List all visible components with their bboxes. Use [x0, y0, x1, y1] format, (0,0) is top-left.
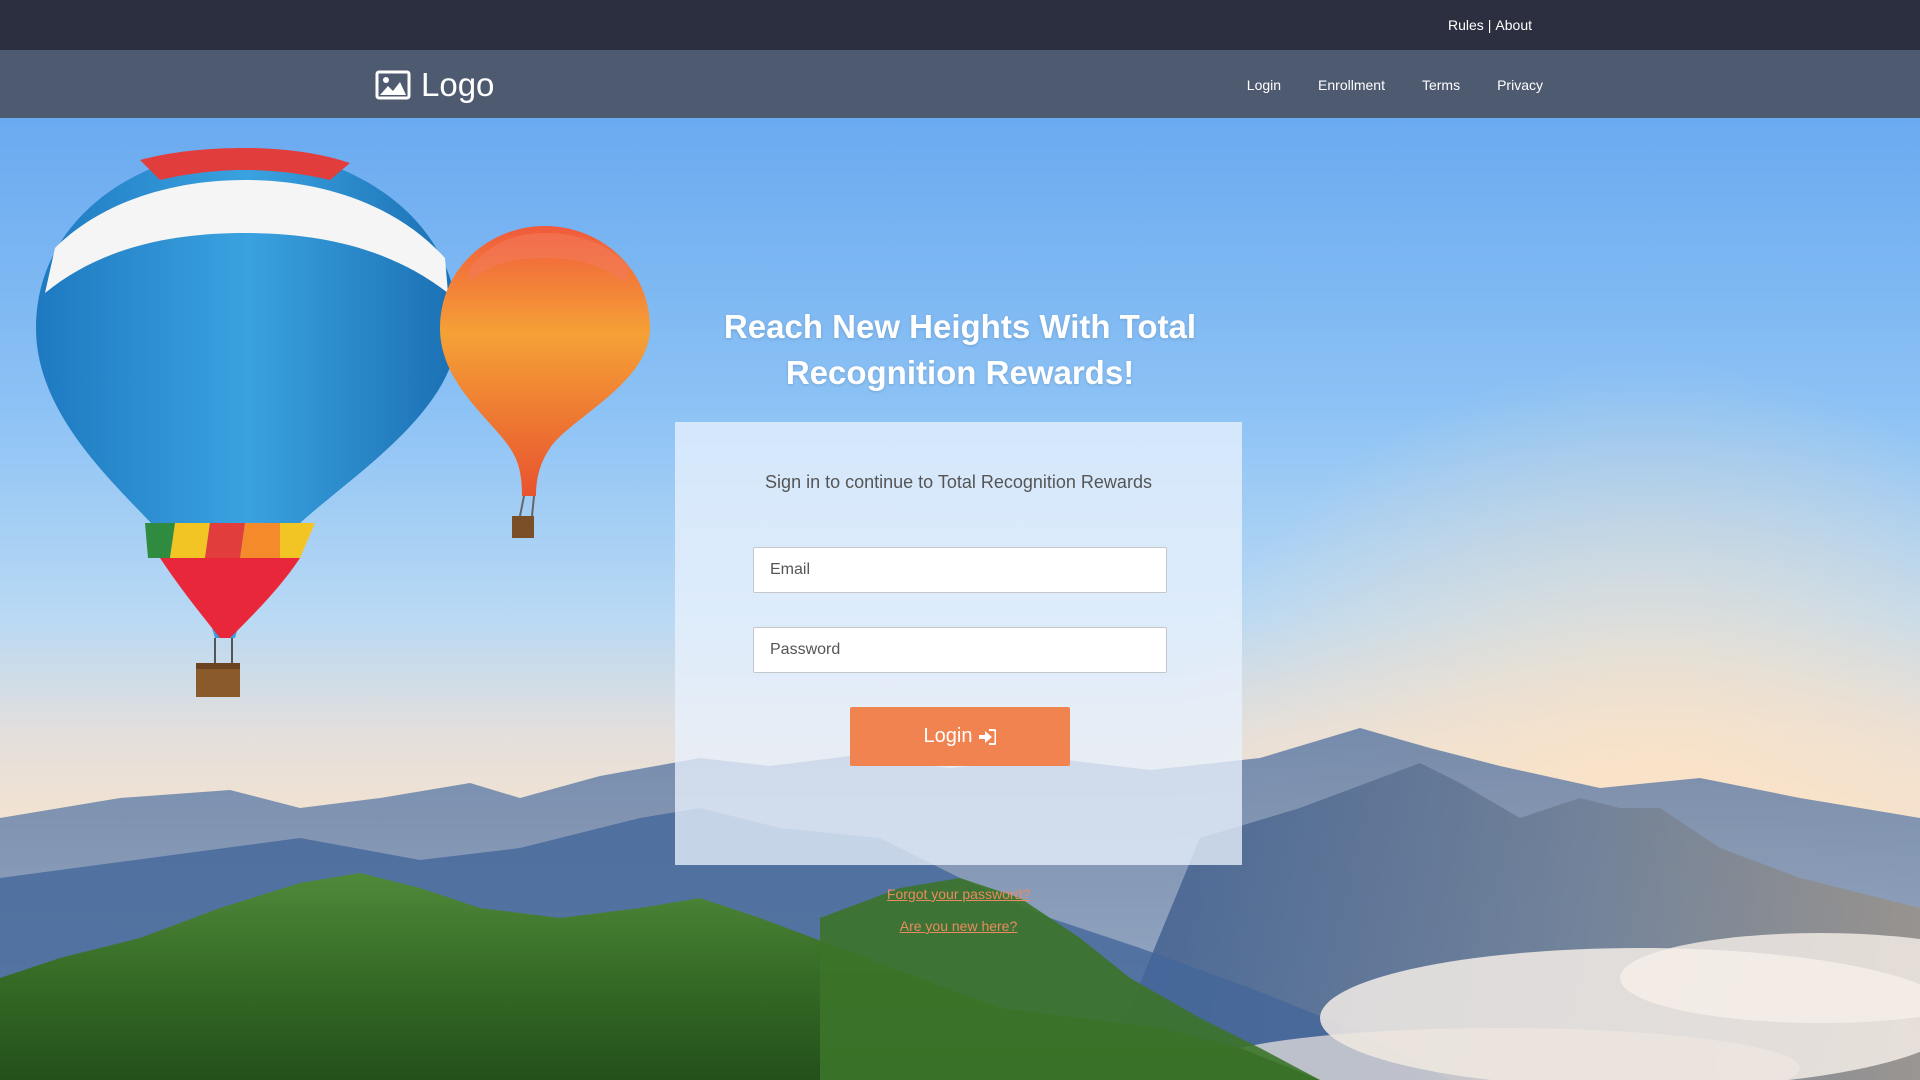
nav-terms[interactable]: Terms	[1422, 77, 1460, 93]
image-icon	[375, 70, 411, 100]
login-button-label: Login	[923, 725, 973, 747]
nav-login[interactable]: Login	[1247, 77, 1281, 93]
hero-section: Reach New Heights With Total Recognition…	[0, 118, 1920, 1080]
login-button[interactable]: Login	[850, 707, 1070, 766]
headline-line-1: Reach New Heights With Total	[723, 308, 1197, 345]
separator: |	[1487, 17, 1492, 33]
utility-links: Rules | About	[1448, 17, 1532, 33]
headline-line-2: Recognition Rewards!	[785, 354, 1135, 391]
main-navbar: Logo Login Enrollment Terms Privacy	[0, 50, 1920, 118]
hero-headline: Reach New Heights With Total Recognition…	[670, 304, 1250, 396]
rules-link[interactable]: Rules	[1448, 17, 1484, 33]
nav-enrollment[interactable]: Enrollment	[1318, 77, 1385, 93]
nav-privacy[interactable]: Privacy	[1497, 77, 1543, 93]
about-link[interactable]: About	[1495, 17, 1532, 33]
new-here-row: Are you new here?	[675, 918, 1242, 934]
login-card: Sign in to continue to Total Recognition…	[675, 422, 1242, 934]
sign-in-icon	[979, 728, 997, 745]
new-here-link[interactable]: Are you new here?	[900, 918, 1018, 934]
forgot-password-link[interactable]: Forgot your password?	[887, 886, 1030, 902]
email-input[interactable]	[753, 547, 1167, 593]
login-subtitle: Sign in to continue to Total Recognition…	[765, 472, 1152, 492]
logo-text: Logo	[421, 66, 495, 103]
top-utility-bar: Rules | About	[0, 0, 1920, 50]
site-logo[interactable]: Logo	[375, 66, 494, 104]
password-input[interactable]	[753, 627, 1167, 673]
nav-links: Login Enrollment Terms Privacy	[1247, 77, 1543, 93]
forgot-password-row: Forgot your password?	[675, 886, 1242, 902]
